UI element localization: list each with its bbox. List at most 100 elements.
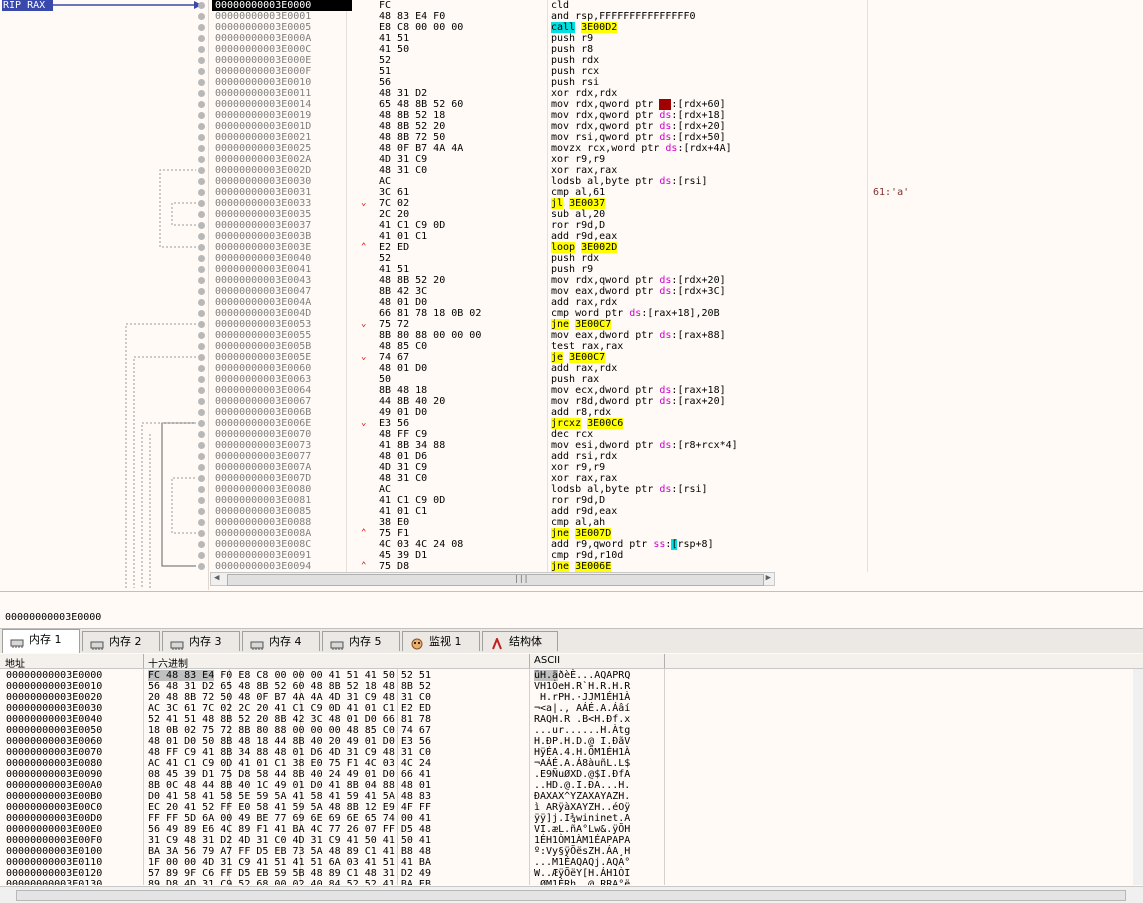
breakpoint-dot[interactable] (198, 2, 205, 9)
disasm-row[interactable]: 00000000003E0067 44 8B 40 20 mov r8d,dword… (209, 396, 1143, 407)
breakpoint-dot[interactable] (198, 156, 205, 163)
dump-ascii[interactable]: º:Vy§ÿÕësZH.ÁA¸H (534, 846, 630, 857)
dump-ascii[interactable]: H.rPH.·JJM1ÉH1À (534, 692, 630, 703)
breakpoint-dot[interactable] (198, 112, 205, 119)
disasm-row[interactable]: 00000000003E0005 E8 C8 00 00 00 call 3E00D… (209, 22, 1143, 33)
dump-ascii[interactable]: H.ÐP.H.D.@ I.ÐãV (534, 736, 630, 747)
dump-ascii[interactable]: ÐAXAX^YZAXAYAZH. (534, 791, 630, 802)
breakpoint-dot[interactable] (198, 321, 205, 328)
disasm-row[interactable]: 00000000003E0070 48 FF C9 dec rcx (209, 429, 1143, 440)
disasm-row[interactable]: 00000000003E0031 3C 61 cmp al,61 61:'a' (209, 187, 1143, 198)
dump-hex[interactable]: 1F 00 00 4D 31 C9 41 51 41 51 6A 03 41 5… (148, 857, 431, 868)
dump-hex[interactable]: 52 41 51 48 8B 52 20 8B 42 3C 48 01 D0 6… (148, 714, 431, 725)
disasm-row[interactable]: 00000000003E0053 75 72 ⌄ jne 3E00C7 (209, 319, 1143, 330)
tab-memory-4[interactable]: 内存 4 (242, 631, 320, 651)
disasm-row[interactable]: 00000000003E0055 8B 80 88 00 00 00 mov eax… (209, 330, 1143, 341)
disasm-row[interactable]: 00000000003E0077 48 01 D6 add rsi,rdx (209, 451, 1143, 462)
dump-ascii[interactable]: W..ÆÿÕëY[H.ÁH1ÒI (534, 868, 630, 879)
disasm-row[interactable]: 00000000003E004A 48 01 D0 add rax,rdx (209, 297, 1143, 308)
dump-hex[interactable]: 56 48 31 D2 65 48 8B 52 60 48 8B 52 18 4… (148, 681, 431, 692)
disasm-row[interactable]: 00000000003E008A 75 F1 ⌃ jne 3E007D (209, 528, 1143, 539)
disasm-row[interactable]: 00000000003E000E 52 push rdx (209, 55, 1143, 66)
disasm-row[interactable]: 00000000003E0085 41 01 C1 add r9d,eax (209, 506, 1143, 517)
disasm-row[interactable]: 00000000003E008C 4C 03 4C 24 08 add r9,qwo… (209, 539, 1143, 550)
disasm-row[interactable]: 00000000003E0047 8B 42 3C mov eax,dword pt… (209, 286, 1143, 297)
disasm-row[interactable]: 00000000003E0063 50 push rax (209, 374, 1143, 385)
dump-horizontal-scrollbar[interactable] (0, 886, 1143, 903)
disasm-row[interactable]: 00000000003E007D 48 31 C0 xor rax,rax (209, 473, 1143, 484)
disasm-row[interactable]: 00000000003E002A 4D 31 C9 xor r9,r9 (209, 154, 1143, 165)
dump-hex[interactable]: 48 01 D0 50 8B 48 18 44 8B 40 20 49 01 D… (148, 736, 431, 747)
breakpoint-dot[interactable] (198, 101, 205, 108)
dump-hex[interactable]: FF FF 5D 6A 00 49 BE 77 69 6E 69 6E 65 7… (148, 813, 431, 824)
dump-ascii[interactable]: ...ur......H.Àtg (534, 725, 630, 736)
dump-hex[interactable]: 31 C9 48 31 D2 4D 31 C0 4D 31 C9 41 50 4… (148, 835, 431, 846)
disasm-row[interactable]: 00000000003E0091 45 39 D1 cmp r9d,r10d (209, 550, 1143, 561)
dump-hex[interactable]: BA 3A 56 79 A7 FF D5 EB 73 5A 48 89 C1 4… (148, 846, 431, 857)
disasm-row[interactable]: 00000000003E0019 48 8B 52 18 mov rdx,qword… (209, 110, 1143, 121)
disasm-row[interactable]: 00000000003E0033 7C 02 ⌄ jl 3E0037 (209, 198, 1143, 209)
tab-struct[interactable]: 结构体 (482, 631, 558, 651)
disasm-row[interactable]: 00000000003E003E E2 ED ⌃ loop 3E002D (209, 242, 1143, 253)
breakpoint-dot[interactable] (198, 398, 205, 405)
disasm-row[interactable]: 00000000003E0073 41 8B 34 88 mov esi,dword… (209, 440, 1143, 451)
dump-vertical-scrollbar[interactable] (1133, 669, 1143, 885)
disasm-row[interactable]: 00000000003E002D 48 31 C0 xor rax,rax (209, 165, 1143, 176)
breakpoint-dot[interactable] (198, 255, 205, 262)
breakpoint-dot[interactable] (198, 530, 205, 537)
dump-hex[interactable]: 56 49 89 E6 4C 89 F1 41 BA 4C 77 26 07 F… (148, 824, 431, 835)
dump-ascii[interactable]: ...M1ÉAQAQj.AQA° (534, 857, 630, 868)
breakpoint-dot[interactable] (198, 387, 205, 394)
disasm-row[interactable]: 00000000003E0035 2C 20 sub al,20 (209, 209, 1143, 220)
disasm-row[interactable]: 00000000003E005E 74 67 ⌄ je 3E00C7 (209, 352, 1143, 363)
disasm-row[interactable]: 00000000003E0010 56 push rsi (209, 77, 1143, 88)
disasm-row[interactable]: 00000000003E0094 75 D8 ⌃ jne 3E006E (209, 561, 1143, 572)
scroll-left-icon[interactable]: ◀ (214, 573, 219, 583)
disasm-row[interactable]: 00000000003E005B 48 85 C0 test rax,rax (209, 341, 1143, 352)
dump-hex[interactable]: 48 FF C9 41 8B 34 88 48 01 D6 4D 31 C9 4… (148, 747, 431, 758)
breakpoint-dot[interactable] (198, 497, 205, 504)
disasm-row[interactable]: 00000000003E0030 AC lodsb al,byte ptr ds:[… (209, 176, 1143, 187)
breakpoint-column[interactable] (196, 0, 208, 572)
breakpoint-dot[interactable] (198, 79, 205, 86)
disasm-row[interactable]: 00000000003E007A 4D 31 C9 xor r9,r9 (209, 462, 1143, 473)
disasm-row[interactable]: 00000000003E0014 65 48 8B 52 60 mov rdx,qw… (209, 99, 1143, 110)
dump-hex[interactable]: EC 20 41 52 FF E0 58 41 59 5A 48 8B 12 E… (148, 802, 431, 813)
disasm-row[interactable]: 00000000003E0000 FC cld (209, 0, 1143, 11)
breakpoint-dot[interactable] (198, 277, 205, 284)
dump-ascii[interactable]: .ØM1ÉRh..@.RRA°ë (534, 879, 630, 885)
dump-hex[interactable]: AC 3C 61 7C 02 2C 20 41 C1 C9 0D 41 01 C… (148, 703, 431, 714)
disasm-row[interactable]: 00000000003E006B 49 01 D0 add r8,rdx (209, 407, 1143, 418)
disasm-row[interactable]: 00000000003E0041 41 51 push r9 (209, 264, 1143, 275)
disasm-row[interactable]: 00000000003E0025 48 0F B7 4A 4A movzx rcx,… (209, 143, 1143, 154)
disasm-row[interactable]: 00000000003E000A 41 51 push r9 (209, 33, 1143, 44)
breakpoint-dot[interactable] (198, 475, 205, 482)
breakpoint-dot[interactable] (198, 266, 205, 273)
disasm-row[interactable]: 00000000003E0021 48 8B 72 50 mov rsi,qword… (209, 132, 1143, 143)
dump-ascii[interactable]: VH1ÒeH.R`H.R.H.R (534, 681, 630, 692)
memory-dump[interactable]: 00000000003E0000 FC 48 83 E4 F0 E8 C8 00 … (0, 669, 1143, 885)
breakpoint-dot[interactable] (198, 123, 205, 130)
dump-ascii[interactable]: VI.æL.ñA°Lw&.ÿÕH (534, 824, 630, 835)
disasm-horizontal-scrollbar[interactable]: ◀ ||| ▶ (210, 572, 775, 586)
breakpoint-dot[interactable] (198, 376, 205, 383)
scroll-right-icon[interactable]: ▶ (766, 573, 771, 583)
breakpoint-dot[interactable] (198, 57, 205, 64)
disasm-row[interactable]: 00000000003E0011 48 31 D2 xor rdx,rdx (209, 88, 1143, 99)
tab-memory-3[interactable]: 内存 3 (162, 631, 240, 651)
breakpoint-dot[interactable] (198, 431, 205, 438)
disasm-row[interactable]: 00000000003E000F 51 push rcx (209, 66, 1143, 77)
scroll-thumb[interactable]: ||| (227, 574, 764, 586)
disasm-row[interactable]: 00000000003E001D 48 8B 52 20 mov rdx,qword… (209, 121, 1143, 132)
breakpoint-dot[interactable] (198, 508, 205, 515)
breakpoint-dot[interactable] (198, 211, 205, 218)
breakpoint-dot[interactable] (198, 35, 205, 42)
breakpoint-dot[interactable] (198, 46, 205, 53)
breakpoint-dot[interactable] (198, 464, 205, 471)
dump-hex[interactable]: 89 D8 4D 31 C9 52 68 00 02 40 84 52 52 4… (148, 879, 431, 885)
dump-ascii[interactable]: ì ARÿàXAYZH..éOÿ (534, 802, 630, 813)
breakpoint-dot[interactable] (198, 310, 205, 317)
disasm-row[interactable]: 00000000003E0037 41 C1 C9 0D ror r9d,D (209, 220, 1143, 231)
breakpoint-dot[interactable] (198, 420, 205, 427)
selected-bytes[interactable]: FC 48 83 E4 (148, 670, 215, 681)
